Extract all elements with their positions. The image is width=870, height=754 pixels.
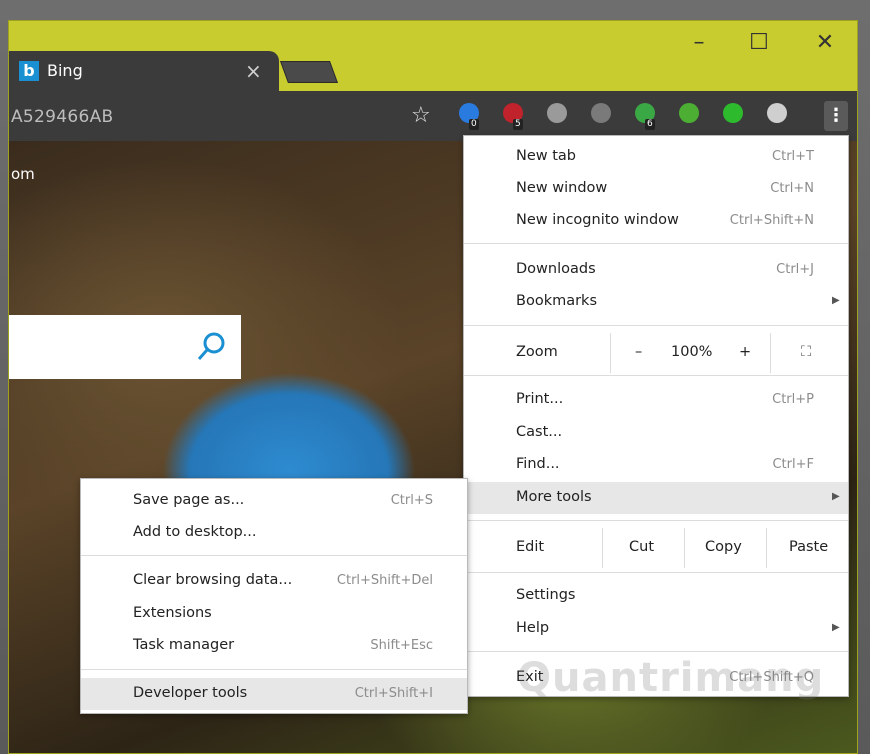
menu-item-save-page[interactable]: Save page as... Ctrl+S xyxy=(81,485,467,517)
browser-toolbar: A529466AB ☆ 0 5 6 ⋮ xyxy=(9,91,857,141)
menu-item-new-window[interactable]: New window Ctrl+N xyxy=(464,173,848,205)
menu-item-bookmarks[interactable]: Bookmarks ▶ xyxy=(464,286,848,318)
menu-item-clear-browsing-data[interactable]: Clear browsing data... Ctrl+Shift+Del xyxy=(81,565,467,597)
menu-item-add-to-desktop[interactable]: Add to desktop... xyxy=(81,517,467,549)
menu-item-more-tools[interactable]: More tools ▶ xyxy=(464,482,848,514)
extension-cloud-icon[interactable] xyxy=(767,103,787,123)
zoom-in-button[interactable]: + xyxy=(739,344,751,360)
extension-badge: 0 xyxy=(469,119,479,130)
tab-title: Bing xyxy=(47,61,83,80)
address-bar[interactable]: A529466AB ☆ xyxy=(9,99,444,133)
menu-separator xyxy=(464,325,848,326)
extension-download-green-icon[interactable] xyxy=(679,103,699,123)
menu-separator xyxy=(464,572,848,573)
fullscreen-icon: ⛶ xyxy=(801,344,812,360)
submenu-arrow-icon: ▶ xyxy=(832,295,840,306)
menu-item-downloads[interactable]: Downloads Ctrl+J xyxy=(464,254,848,286)
menu-separator xyxy=(464,243,848,244)
extension-check-shield-icon[interactable]: 6 xyxy=(635,103,655,130)
menu-item-find[interactable]: Find... Ctrl+F xyxy=(464,449,848,481)
paste-button[interactable]: Paste xyxy=(766,528,848,568)
close-tab-icon[interactable]: × xyxy=(245,59,262,83)
close-window-button[interactable]: ✕ xyxy=(805,29,845,57)
menu-item-new-tab[interactable]: New tab Ctrl+T xyxy=(464,141,848,173)
menu-item-help[interactable]: Help ▶ xyxy=(464,613,848,645)
menu-item-extensions[interactable]: Extensions xyxy=(81,598,467,630)
extension-badge: 5 xyxy=(513,119,523,130)
extension-ring-icon[interactable] xyxy=(723,103,743,123)
menu-separator xyxy=(464,520,848,521)
edit-row: Edit Cut Copy Paste xyxy=(464,528,848,568)
minimize-button[interactable]: – xyxy=(679,29,719,57)
submenu-arrow-icon: ▶ xyxy=(832,622,840,633)
edit-label: Edit xyxy=(516,539,545,555)
tab-bing[interactable]: b Bing × xyxy=(9,51,279,91)
page-partial-text: om xyxy=(11,165,35,183)
address-bar-url: A529466AB xyxy=(11,107,114,127)
menu-item-settings[interactable]: Settings xyxy=(464,580,848,612)
chrome-main-menu: New tab Ctrl+T New window Ctrl+N New inc… xyxy=(463,135,849,697)
bing-search-box[interactable] xyxy=(9,315,241,379)
zoom-out-button[interactable]: – xyxy=(635,344,642,360)
menu-separator xyxy=(464,375,848,376)
menu-item-new-incognito[interactable]: New incognito window Ctrl+Shift+N xyxy=(464,205,848,237)
submenu-arrow-icon: ▶ xyxy=(832,491,840,502)
menu-separator xyxy=(81,555,467,556)
copy-button[interactable]: Copy xyxy=(684,528,766,568)
tab-strip: b Bing × – ☐ ✕ xyxy=(9,21,857,91)
extension-shield-icon[interactable]: 5 xyxy=(503,103,523,130)
new-tab-button[interactable] xyxy=(279,61,339,83)
extension-badge: 6 xyxy=(645,119,655,130)
zoom-controls: – 100% + xyxy=(610,333,770,373)
maximize-button[interactable]: ☐ xyxy=(739,29,779,57)
extension-globe-icon[interactable] xyxy=(547,103,567,123)
menu-item-task-manager[interactable]: Task manager Shift+Esc xyxy=(81,630,467,662)
menu-item-cast[interactable]: Cast... xyxy=(464,417,848,449)
menu-separator xyxy=(81,669,467,670)
zoom-row: Zoom – 100% + ⛶ xyxy=(464,333,848,373)
chrome-menu-button[interactable]: ⋮ xyxy=(824,101,848,131)
bing-favicon-icon: b xyxy=(19,61,39,81)
zoom-level: 100% xyxy=(671,344,713,360)
watermark-logo: Quantrimang xyxy=(517,655,825,701)
bookmark-star-icon[interactable]: ☆ xyxy=(411,103,431,128)
search-icon[interactable] xyxy=(195,331,227,363)
extension-download-gray-icon[interactable] xyxy=(591,103,611,123)
cut-button[interactable]: Cut xyxy=(602,528,684,568)
more-tools-submenu: Save page as... Ctrl+S Add to desktop...… xyxy=(80,478,468,714)
menu-item-print[interactable]: Print... Ctrl+P xyxy=(464,384,848,416)
extension-ghost-icon[interactable]: 0 xyxy=(459,103,479,130)
zoom-label: Zoom xyxy=(516,344,558,360)
menu-separator xyxy=(464,651,848,652)
fullscreen-button[interactable]: ⛶ xyxy=(770,333,848,373)
menu-item-developer-tools[interactable]: Developer tools Ctrl+Shift+I xyxy=(81,678,467,710)
